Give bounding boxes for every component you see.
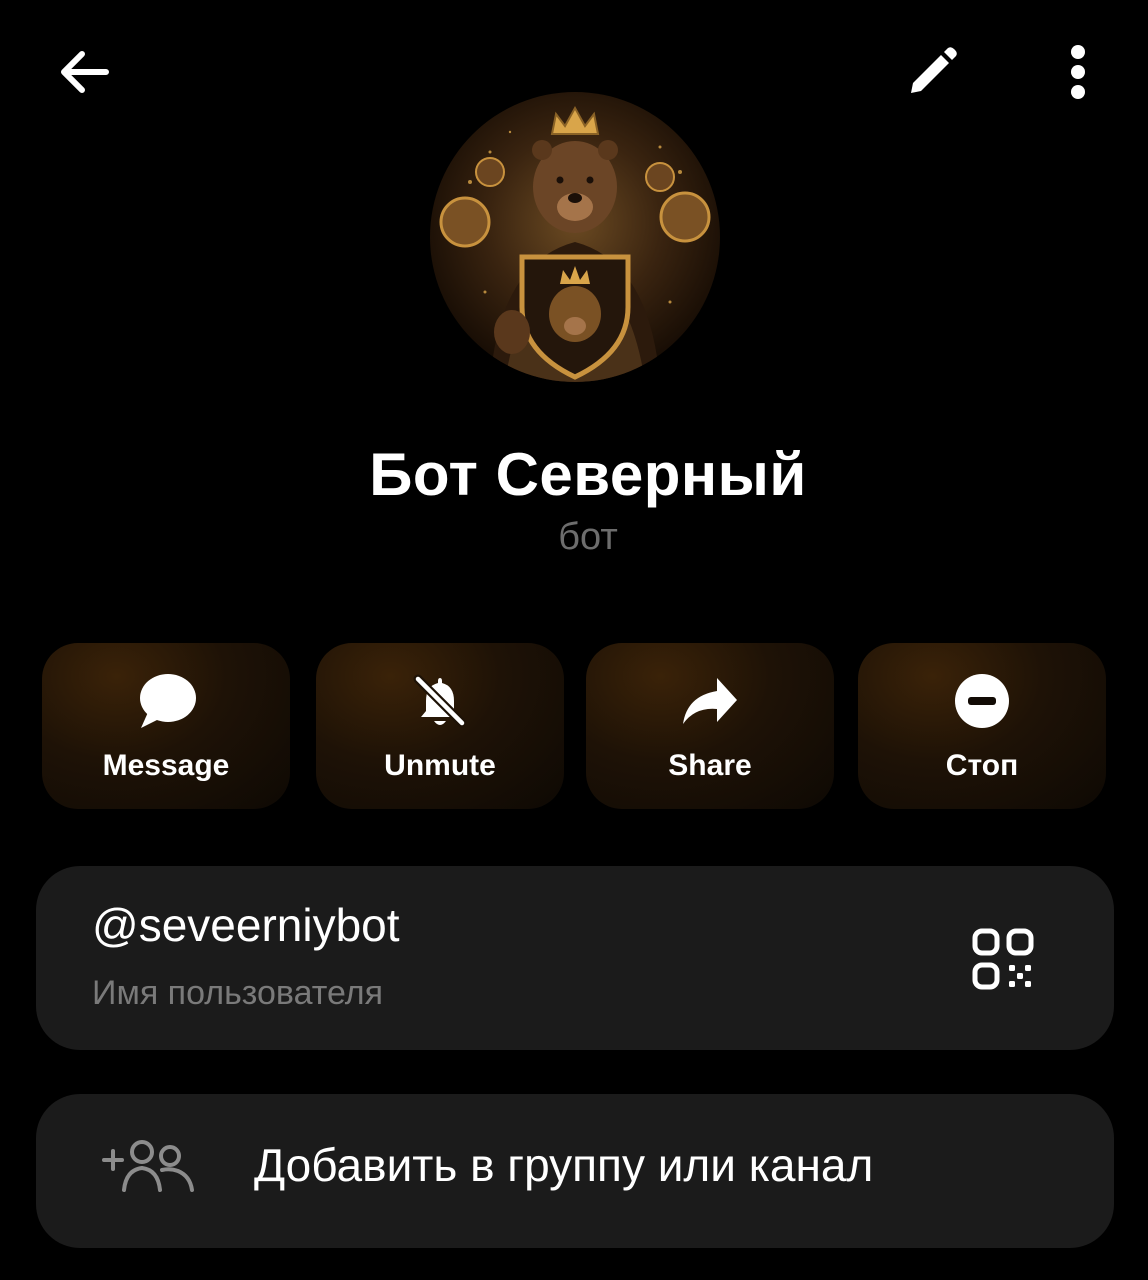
add-to-group-button[interactable]: Добавить в группу или канал: [36, 1094, 1114, 1248]
add-group-icon-wrap: [102, 1138, 196, 1194]
stop-bot-button[interactable]: Стоп: [858, 643, 1106, 809]
username-card[interactable]: @seveerniybot Имя пользователя: [36, 866, 1114, 1050]
chat-bubble-icon: [140, 674, 196, 728]
edit-button[interactable]: [896, 36, 968, 108]
add-group-icon: [102, 1140, 194, 1192]
back-button[interactable]: [48, 36, 120, 108]
stop-circle-icon: [955, 674, 1009, 728]
bear-king-avatar: [439, 105, 711, 382]
message-button[interactable]: Message: [42, 643, 290, 809]
username-caption: Имя пользователя: [92, 974, 383, 1012]
share-arrow-icon: [683, 678, 737, 724]
bell-off-icon: [413, 674, 467, 728]
more-vertical-icon: [1071, 45, 1085, 99]
profile-subtitle: бот: [558, 516, 618, 558]
qr-code-icon: [972, 928, 1034, 990]
share-button[interactable]: Share: [586, 643, 834, 809]
more-options-button[interactable]: [1042, 36, 1114, 108]
unmute-button[interactable]: Unmute: [316, 643, 564, 809]
profile-avatar[interactable]: [430, 92, 720, 382]
stop-label: Стоп: [945, 749, 1019, 782]
add-to-group-label: Добавить в группу или канал: [254, 1139, 874, 1191]
arrow-back-icon: [61, 51, 109, 93]
qr-code-button[interactable]: [972, 928, 1034, 990]
unmute-label: Unmute: [384, 749, 496, 782]
share-label: Share: [668, 749, 752, 782]
profile-name: Бот Северный: [369, 441, 807, 508]
username-value[interactable]: @seveerniybot: [92, 898, 400, 952]
pencil-icon: [911, 47, 957, 93]
message-label: Message: [102, 749, 230, 782]
